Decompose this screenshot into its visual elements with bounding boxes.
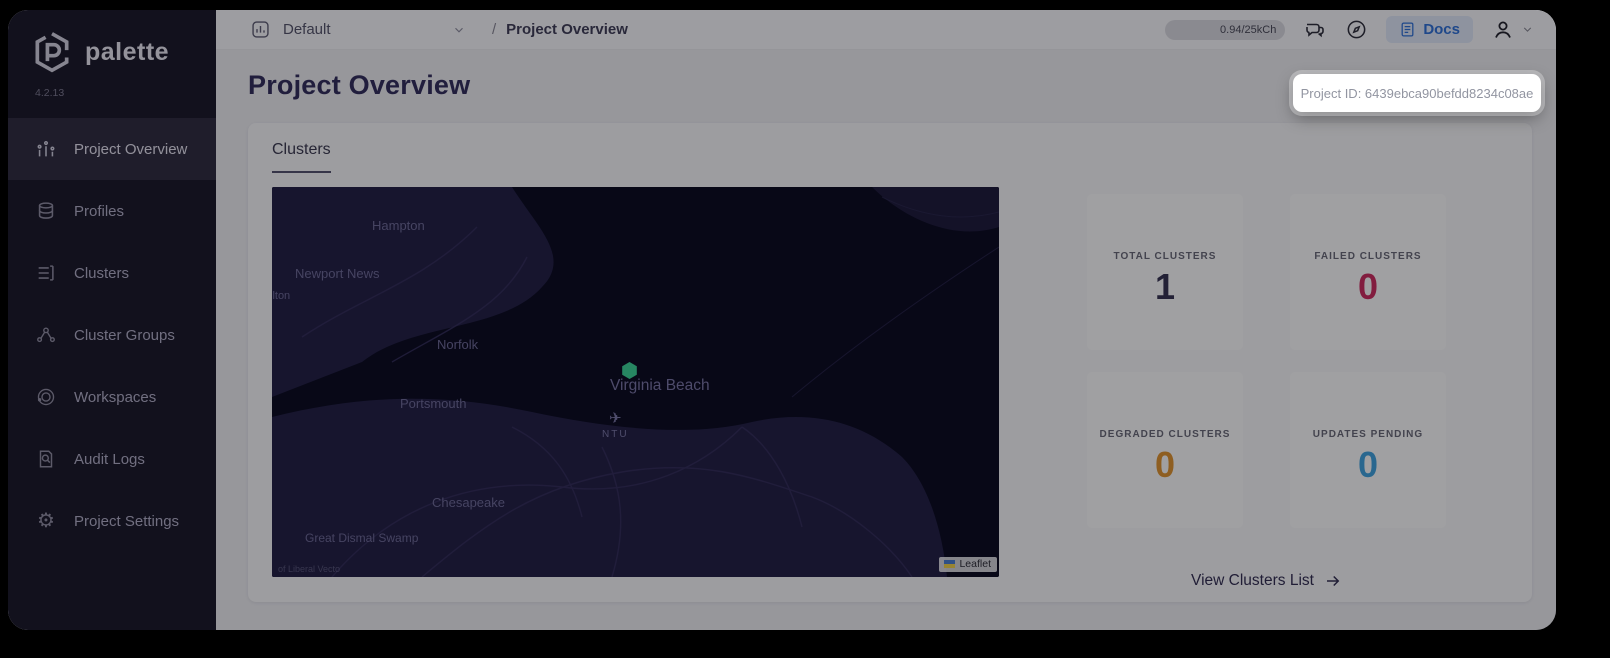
chevron-down-icon xyxy=(455,27,463,33)
project-id-text: Project ID: 6439ebca90befdd8234c08ae xyxy=(1300,85,1534,101)
topbar-actions: 0.94/25kCh Docs xyxy=(1165,16,1534,43)
sidebar-item-project-overview[interactable]: Project Overview xyxy=(8,118,216,180)
docs-button[interactable]: Docs xyxy=(1386,16,1473,43)
sidebar-item-audit-logs[interactable]: Audit Logs xyxy=(8,428,216,490)
nodes-graph-icon xyxy=(34,323,58,347)
app-version: 4.2.13 xyxy=(35,87,65,99)
docs-icon xyxy=(1401,22,1414,37)
sidebar-item-label: Workspaces xyxy=(74,388,157,406)
stat-label: FAILED CLUSTERS xyxy=(1314,250,1422,262)
stat-value: 0 xyxy=(1357,265,1379,307)
clusters-map[interactable]: Hampton Newport News llton Norfolk Virgi… xyxy=(272,187,999,577)
arrow-right-icon xyxy=(1326,575,1340,587)
palette-logo[interactable]: palette xyxy=(8,10,216,74)
clusters-card: Clusters Hampton Newport News llton Norf… xyxy=(248,123,1532,602)
ukraine-flag-icon xyxy=(944,560,956,568)
sidebar-item-cluster-groups[interactable]: Cluster Groups xyxy=(8,304,216,366)
layers-stack-icon xyxy=(34,199,58,223)
sidebar-item-clusters[interactable]: Clusters xyxy=(8,242,216,304)
palette-logo-icon xyxy=(35,32,69,73)
app-window: palette 4.2.13 Project Overview Profiles… xyxy=(8,10,1556,630)
stat-value: 0 xyxy=(1154,443,1176,485)
breadcrumb-separator: / xyxy=(492,21,497,38)
project-id-tooltip: Project ID: 6439ebca90befdd8234c08ae xyxy=(1293,74,1541,112)
sidebar-item-label: Audit Logs xyxy=(74,450,145,468)
sidebar-item-workspaces[interactable]: Workspaces xyxy=(8,366,216,428)
page-content: Project Overview Clusters Hampton Newpor… xyxy=(216,50,1556,630)
compass-icon xyxy=(1347,20,1366,39)
stat-failed-clusters: FAILED CLUSTERS 0 xyxy=(1290,194,1446,350)
help-button[interactable] xyxy=(1345,18,1368,41)
view-clusters-list-link[interactable]: View Clusters List xyxy=(1191,572,1342,590)
breadcrumb[interactable]: Project Overview xyxy=(506,21,628,38)
leaflet-attribution[interactable]: Leaflet xyxy=(939,557,997,572)
sidebar-item-profiles[interactable]: Profiles xyxy=(8,180,216,242)
sidebar-item-project-settings[interactable]: ⚙ Project Settings xyxy=(8,490,216,552)
sidebar-item-label: Clusters xyxy=(74,264,130,282)
map-terrain xyxy=(272,187,999,577)
app-name: palette xyxy=(85,37,170,66)
sidebar-nav: Project Overview Profiles Clusters Clust… xyxy=(8,118,216,552)
sidebar-item-label: Cluster Groups xyxy=(74,326,175,344)
user-icon xyxy=(1495,21,1511,38)
topbar: Default / Project Overview 0.94/25kCh Do… xyxy=(216,10,1556,50)
sidebar-item-label: Profiles xyxy=(74,202,125,220)
project-scope-icon xyxy=(252,21,269,38)
sidebar: palette 4.2.13 Project Overview Profiles… xyxy=(8,10,216,630)
stat-total-clusters: TOTAL CLUSTERS 1 xyxy=(1087,194,1243,350)
document-search-icon xyxy=(34,447,58,471)
user-menu[interactable] xyxy=(1491,18,1534,42)
project-selector-value: Default xyxy=(283,21,331,38)
stat-label: UPDATES PENDING xyxy=(1312,428,1424,440)
gear-icon: ⚙ xyxy=(37,510,55,532)
sidebar-item-label: Project Settings xyxy=(74,512,180,530)
list-icon xyxy=(34,261,58,285)
chevron-down-icon xyxy=(1523,27,1532,32)
stat-label: TOTAL CLUSTERS xyxy=(1113,250,1217,262)
stat-updates-pending: UPDATES PENDING 0 xyxy=(1290,372,1446,528)
orbit-circles-icon xyxy=(34,385,58,409)
sidebar-item-label: Project Overview xyxy=(74,140,188,158)
bar-chart-icon xyxy=(34,137,58,161)
stat-value: 0 xyxy=(1357,443,1379,485)
tab-clusters[interactable]: Clusters xyxy=(272,141,331,173)
view-clusters-list-label: View Clusters List xyxy=(1191,572,1314,589)
chat-button[interactable] xyxy=(1303,18,1327,42)
stat-value: 1 xyxy=(1154,265,1176,307)
docs-label: Docs xyxy=(1423,21,1460,38)
usage-meter[interactable]: 0.94/25kCh xyxy=(1165,19,1286,40)
leaflet-label: Leaflet xyxy=(959,558,991,570)
chat-bubbles-icon xyxy=(1306,23,1325,37)
stat-label: DEGRADED CLUSTERS xyxy=(1099,428,1231,440)
stat-degraded-clusters: DEGRADED CLUSTERS 0 xyxy=(1087,372,1243,528)
project-selector[interactable]: Default xyxy=(250,19,466,40)
cluster-stats: TOTAL CLUSTERS 1 FAILED CLUSTERS 0 DEGRA… xyxy=(1087,187,1446,590)
usage-text: 0.94/25kCh xyxy=(1220,23,1277,36)
